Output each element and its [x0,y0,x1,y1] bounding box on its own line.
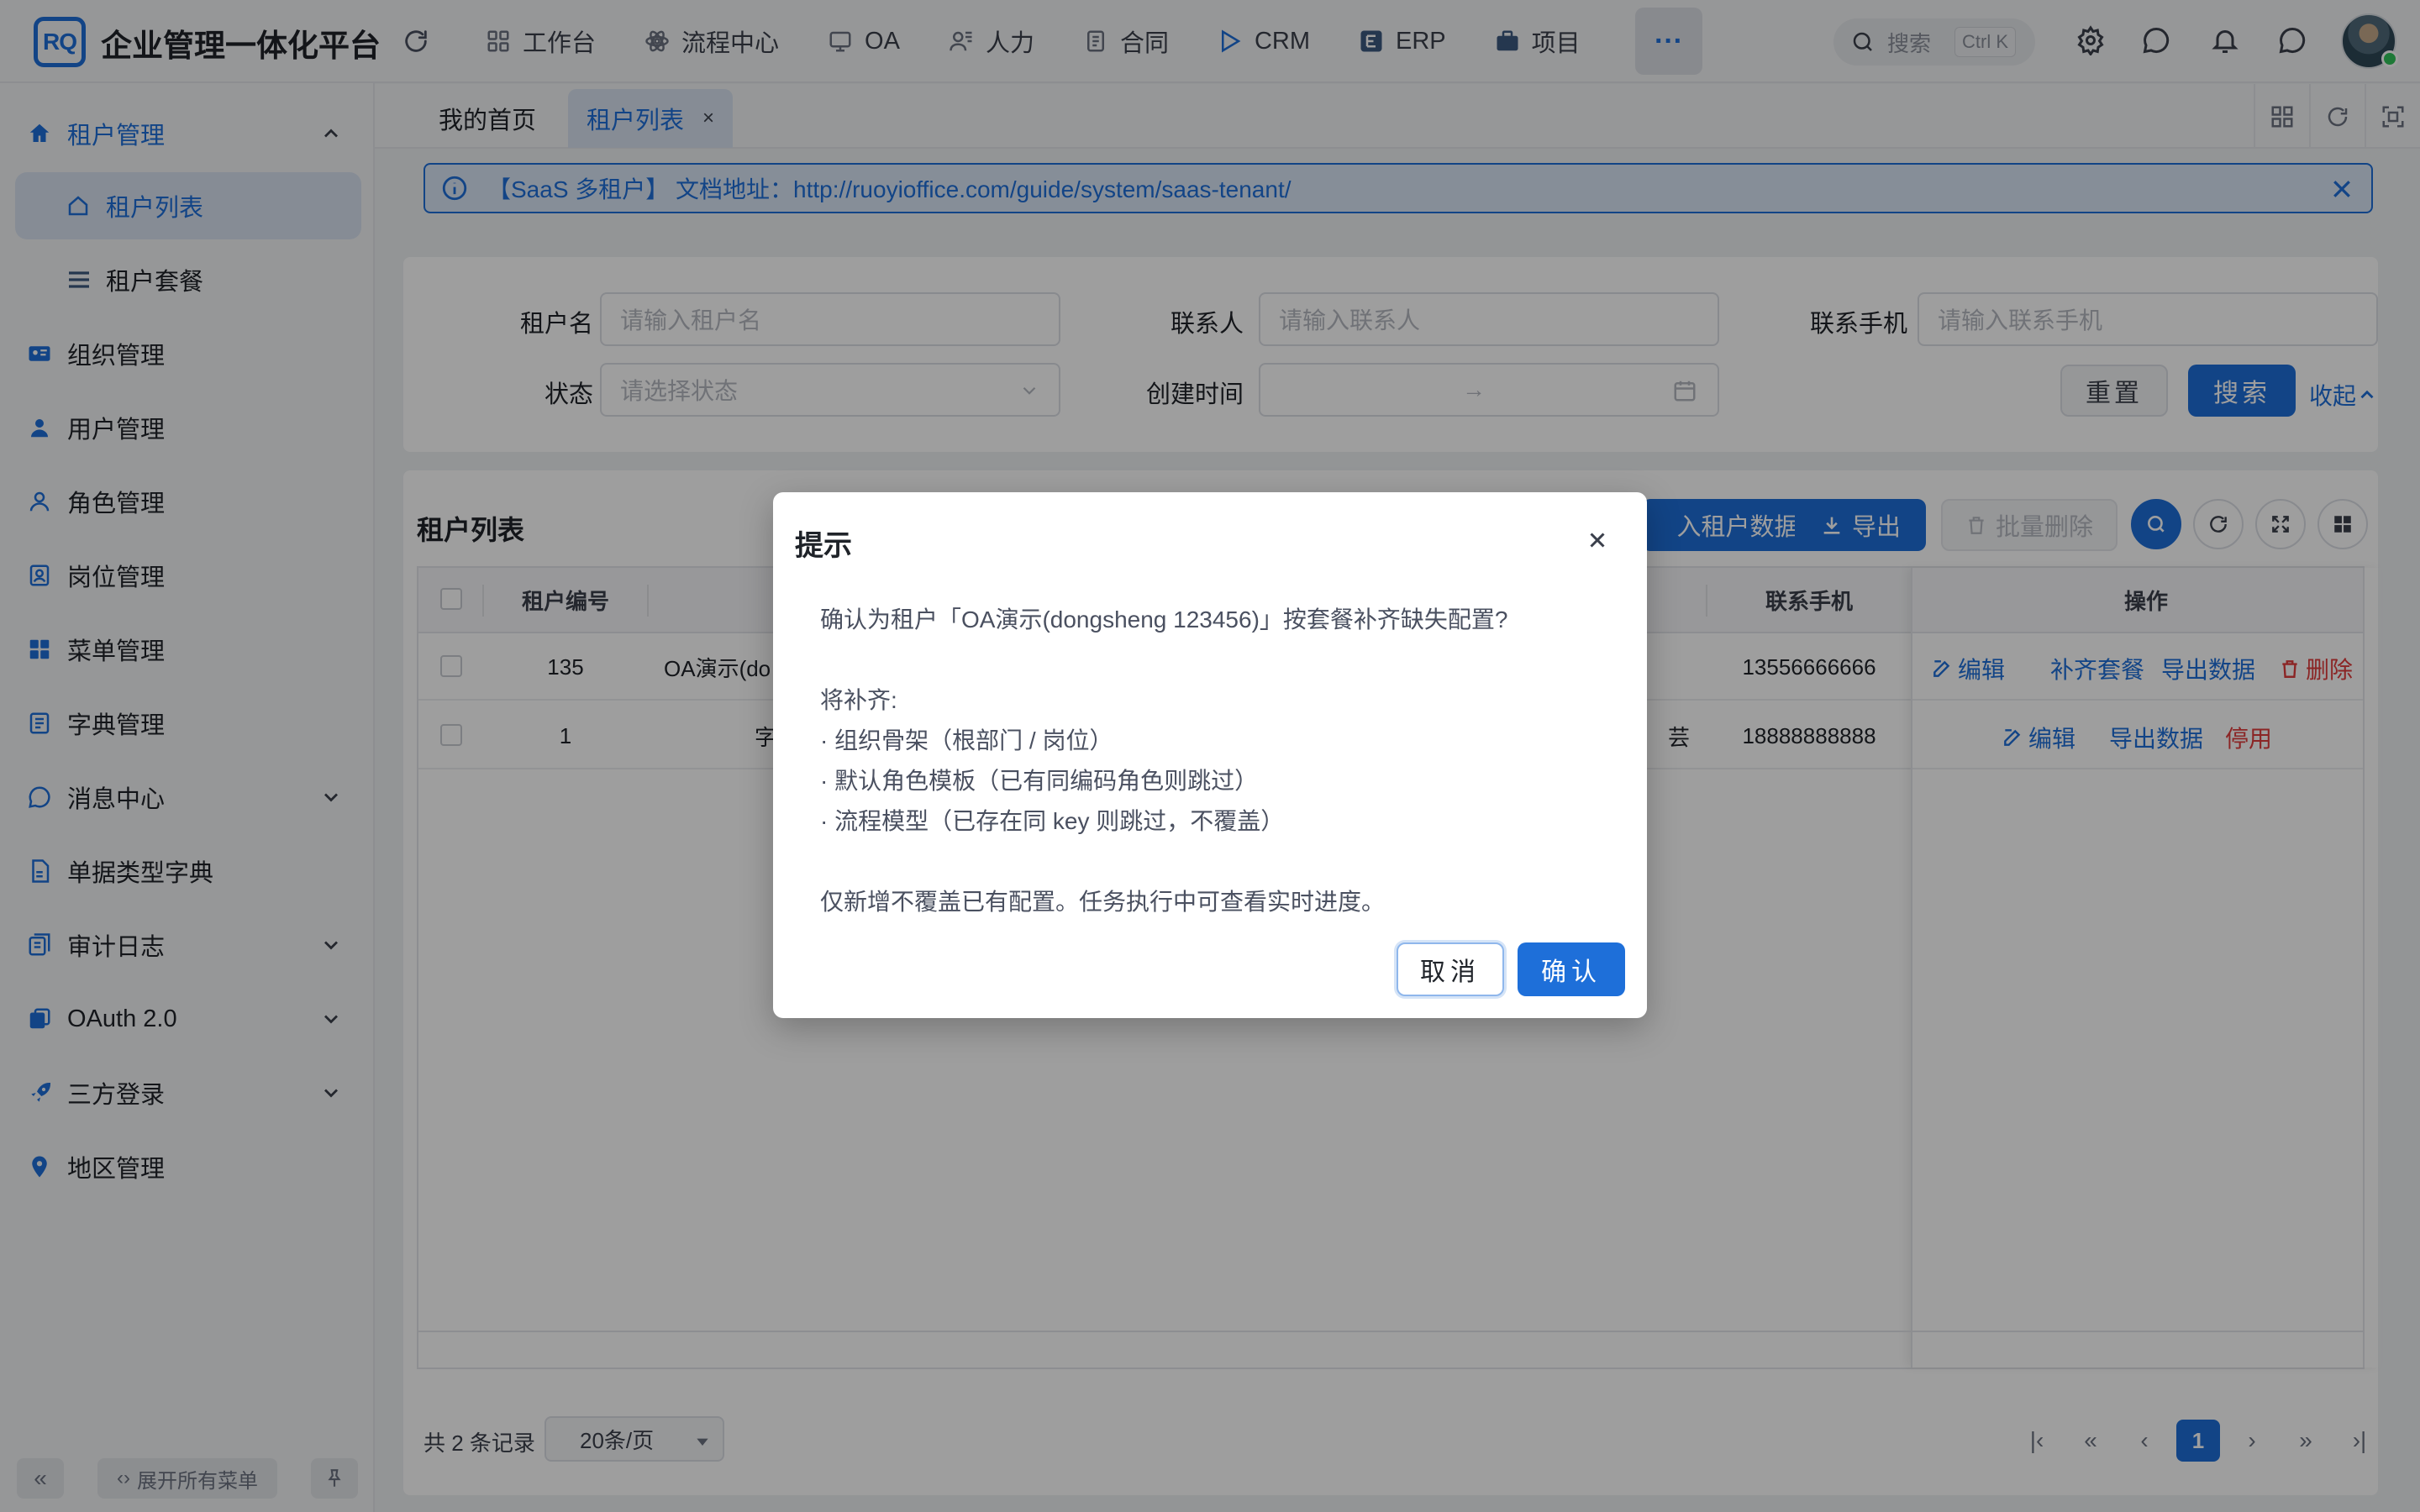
dialog-message: 确认为租户「OA演示(dongsheng 123456)」按套餐补齐缺失配置? [820,606,1508,633]
dialog-title: 提示 [795,530,852,562]
dialog-bullet: · 默认角色模板（已有同编码角色则跳过） [820,768,1259,794]
dialog-subheading: 将补齐: [820,687,897,713]
confirm-button[interactable]: 确认 [1518,942,1625,996]
confirm-dialog: 提示 确认为租户「OA演示(dongsheng 123456)」按套餐补齐缺失配… [773,492,1647,1018]
cancel-button[interactable]: 取消 [1397,942,1504,996]
dialog-body: 确认为租户「OA演示(dongsheng 123456)」按套餐补齐缺失配置? … [820,600,1610,922]
dialog-bullet: · 流程模型（已存在同 key 则跳过，不覆盖） [820,808,1285,834]
dialog-note: 仅新增不覆盖已有配置。任务执行中可查看实时进度。 [820,889,1386,915]
close-icon[interactable] [1585,528,1610,553]
dialog-bullet: · 组织骨架（根部门 / 岗位） [820,727,1113,753]
